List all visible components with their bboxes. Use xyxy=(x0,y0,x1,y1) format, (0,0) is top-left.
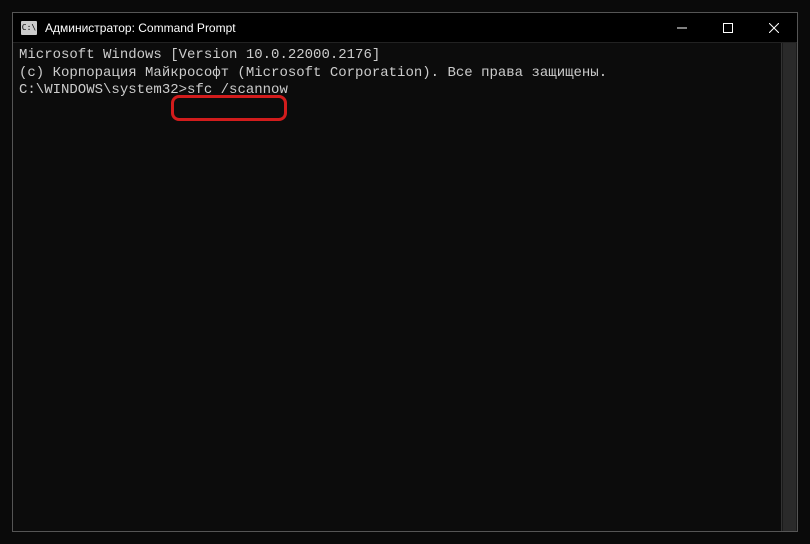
terminal-body[interactable]: Microsoft Windows [Version 10.0.22000.21… xyxy=(13,43,797,531)
minimize-button[interactable] xyxy=(659,13,705,42)
titlebar[interactable]: C:\ Администратор: Command Prompt xyxy=(13,13,797,43)
version-line: Microsoft Windows [Version 10.0.22000.21… xyxy=(19,47,791,65)
prompt-path: C:\WINDOWS\system32> xyxy=(19,82,187,100)
close-button[interactable] xyxy=(751,13,797,42)
window-title: Администратор: Command Prompt xyxy=(45,21,659,35)
command-input[interactable]: sfc /scannow xyxy=(187,82,288,100)
cmd-icon: C:\ xyxy=(21,21,37,35)
window-controls xyxy=(659,13,797,42)
maximize-button[interactable] xyxy=(705,13,751,42)
scrollbar[interactable] xyxy=(781,43,797,531)
prompt-line: C:\WINDOWS\system32>sfc /scannow xyxy=(19,82,791,100)
command-prompt-window: C:\ Администратор: Command Prompt Micros… xyxy=(12,12,798,532)
copyright-line: (c) Корпорация Майкрософт (Microsoft Cor… xyxy=(19,65,791,83)
scrollbar-thumb[interactable] xyxy=(783,43,796,531)
